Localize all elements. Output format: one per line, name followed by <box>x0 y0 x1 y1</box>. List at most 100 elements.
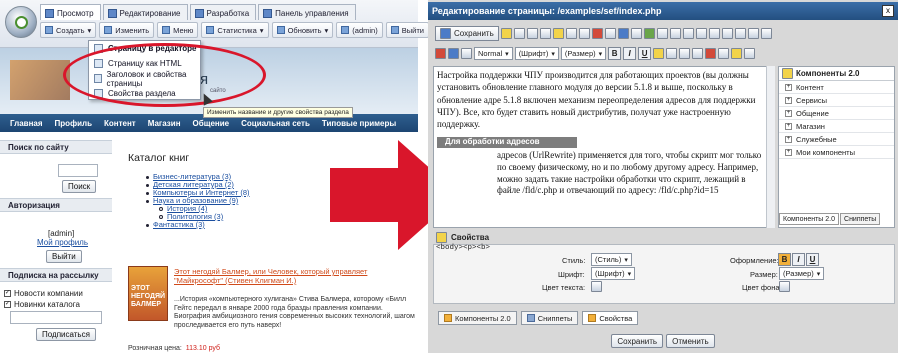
properties-icon <box>588 314 597 322</box>
prop-bold-button[interactable]: B <box>778 253 791 266</box>
expand-icon: + <box>785 149 792 156</box>
view-source-icon[interactable] <box>435 48 446 59</box>
align-center-icon[interactable] <box>666 48 678 59</box>
bg-color-icon[interactable] <box>779 281 790 292</box>
component-group-my[interactable]: + Мои компоненты <box>779 147 894 159</box>
indent-icon[interactable] <box>760 28 772 39</box>
cut-icon[interactable] <box>513 28 525 39</box>
copy-icon[interactable] <box>526 28 538 39</box>
align-right-icon[interactable] <box>679 48 691 59</box>
format-buttons: B I U <box>778 253 819 266</box>
save-icon <box>440 28 451 39</box>
create-button[interactable]: Создать ▾ <box>40 22 97 38</box>
tab-bottom-properties[interactable]: Свойства <box>582 311 639 325</box>
list-icon[interactable] <box>721 28 733 39</box>
tab-control-panel[interactable]: Панель управления <box>258 4 356 20</box>
clean-icon[interactable] <box>731 48 743 59</box>
style-select[interactable]: Normal <box>474 47 513 60</box>
menu-icon <box>162 26 171 34</box>
editor-toolbar-format: Normal (Шрифт) (Размер) B I U <box>430 44 896 63</box>
align-left-icon[interactable] <box>653 48 665 59</box>
table-icon[interactable] <box>656 28 668 39</box>
close-button[interactable]: x <box>882 5 894 17</box>
component-group-communication[interactable]: + Общение <box>779 108 894 120</box>
underline-button[interactable]: U <box>638 47 652 60</box>
toolbar-save-button[interactable]: Сохранить <box>435 26 499 41</box>
tab-bottom-snippets[interactable]: Сниппеты <box>520 311 579 325</box>
profile-link[interactable]: Мой профиль <box>37 238 88 247</box>
view-split-icon[interactable] <box>461 48 472 59</box>
statistics-icon <box>206 26 215 34</box>
font-select[interactable]: (Шрифт) <box>514 47 559 60</box>
subscribe-option-news[interactable]: ✓ Новости компании <box>4 289 83 298</box>
menu-item-home[interactable]: Главная <box>10 119 43 128</box>
find-icon[interactable] <box>591 28 603 39</box>
menu-item-shop[interactable]: Магазин <box>148 119 181 128</box>
save-button[interactable]: Сохранить <box>611 334 664 348</box>
editor-scrollbar[interactable] <box>766 66 775 228</box>
menu-item-examples[interactable]: Типовые примеры <box>322 119 396 128</box>
style-prop-select[interactable]: (Стиль) <box>591 253 632 266</box>
tab-edit[interactable]: Редактирование <box>102 4 188 20</box>
italic-button[interactable]: I <box>623 47 637 60</box>
outdent-icon[interactable] <box>747 28 759 39</box>
redo-icon[interactable] <box>578 28 590 39</box>
size-select[interactable]: (Размер) <box>560 47 607 60</box>
bold-button[interactable]: B <box>608 47 622 60</box>
smiley-icon[interactable] <box>682 28 694 39</box>
book-title-link[interactable]: Этот негодяй Балмер, или Человек, которы… <box>174 267 418 285</box>
font-color-icon[interactable] <box>705 48 717 59</box>
change-button[interactable]: Изменить <box>99 22 155 38</box>
font-prop-select[interactable]: (Шрифт) <box>591 267 636 280</box>
spell-icon[interactable] <box>695 28 707 39</box>
subscribe-option-new-books[interactable]: ✓ Новинки каталога <box>4 300 80 309</box>
image-icon[interactable] <box>630 28 642 39</box>
statistics-button[interactable]: Статистика ▾ <box>201 22 269 38</box>
tab-bottom-components[interactable]: Компоненты 2.0 <box>438 311 517 325</box>
refresh-button[interactable]: Обновить ▾ <box>271 22 334 38</box>
special-char-icon[interactable] <box>669 28 681 39</box>
bg-color-icon[interactable] <box>718 48 730 59</box>
menu-item-communication[interactable]: Общение <box>193 119 230 128</box>
menu-item-profile[interactable]: Профиль <box>55 119 92 128</box>
link-icon[interactable] <box>617 28 629 39</box>
logout-side-button[interactable]: Выйти <box>46 250 82 263</box>
tab-components[interactable]: Компоненты 2.0 <box>779 213 840 225</box>
user-button[interactable]: (admin) <box>336 22 383 38</box>
view-html-icon[interactable] <box>448 48 459 59</box>
component-group-services[interactable]: + Сервисы <box>779 95 894 107</box>
justify-icon[interactable] <box>692 48 704 59</box>
component-icon[interactable] <box>500 28 512 39</box>
show-borders-icon[interactable] <box>744 48 756 59</box>
component-group-shop[interactable]: + Магазин <box>779 121 894 133</box>
search-button[interactable]: Поиск <box>62 180 97 193</box>
subscribe-button[interactable]: Подписаться <box>36 328 96 341</box>
catalog-item[interactable]: Фантастика (3) <box>153 220 205 229</box>
size-prop-select[interactable]: (Размер) <box>779 267 825 280</box>
menu-item-content[interactable]: Контент <box>104 119 136 128</box>
logout-button[interactable]: Выйти <box>385 22 429 38</box>
prop-underline-button[interactable]: U <box>806 253 819 266</box>
component-group-content[interactable]: + Контент <box>779 82 894 94</box>
size-label: Размер: <box>750 270 778 279</box>
paste-word-icon[interactable] <box>552 28 564 39</box>
undo-icon[interactable] <box>565 28 577 39</box>
tab-snippets[interactable]: Сниппеты <box>840 213 881 225</box>
book-cover-image[interactable]: ЭТОТ НЕГОДЯЙ БАЛМЕР <box>128 266 168 321</box>
search-input[interactable] <box>58 164 98 177</box>
component-group-service[interactable]: + Служебные <box>779 134 894 146</box>
email-field[interactable] <box>10 311 102 324</box>
tab-view[interactable]: Просмотр <box>40 4 101 20</box>
menu-item-social[interactable]: Социальная сеть <box>241 119 310 128</box>
paste-icon[interactable] <box>539 28 551 39</box>
numbered-list-icon[interactable] <box>734 28 746 39</box>
text-color-icon[interactable] <box>591 281 602 292</box>
tab-develop[interactable]: Разработка <box>189 4 257 20</box>
rule-icon[interactable] <box>708 28 720 39</box>
anchor-icon[interactable] <box>604 28 616 39</box>
menu-button[interactable]: Меню <box>157 22 199 38</box>
cancel-button[interactable]: Отменить <box>666 334 715 348</box>
bitrix-logo-icon[interactable] <box>5 6 37 38</box>
flash-icon[interactable] <box>643 28 655 39</box>
prop-italic-button[interactable]: I <box>792 253 805 266</box>
